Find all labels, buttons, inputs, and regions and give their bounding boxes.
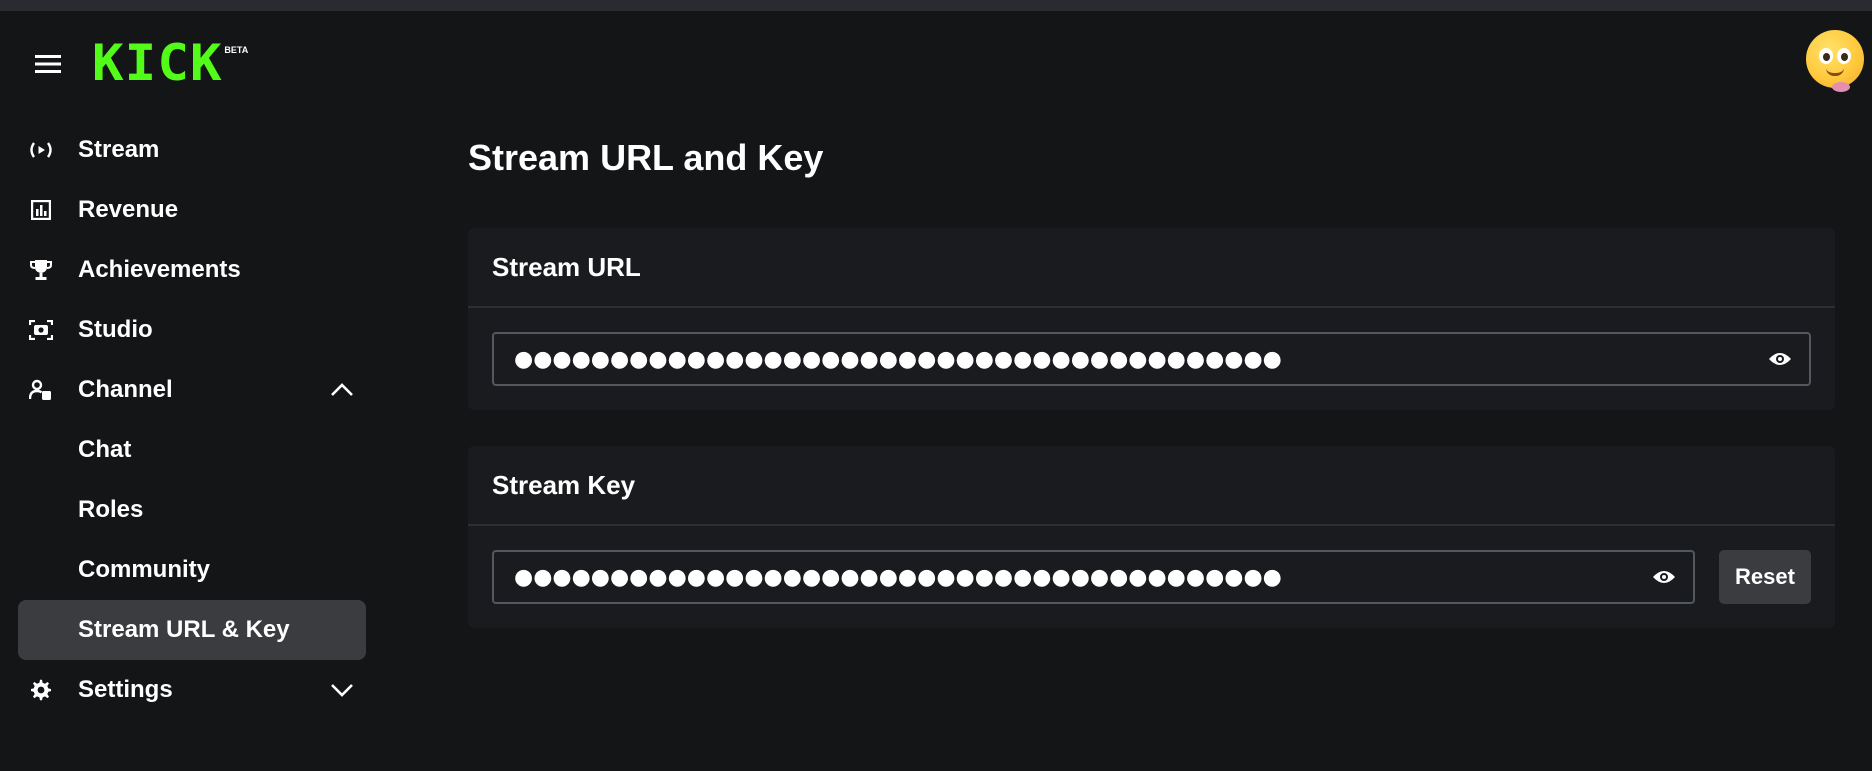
- top-bar: KICK BETA: [0, 11, 1872, 92]
- sidebar-item-label: Channel: [78, 376, 173, 403]
- sidebar-item-label: Studio: [78, 316, 153, 343]
- show-stream-key-eye-icon[interactable]: [1651, 564, 1677, 590]
- main-content: Stream URL and Key Stream URL ●●●●●●●●●●…: [468, 120, 1835, 628]
- gear-icon: [29, 678, 53, 702]
- chevron-up-icon[interactable]: [330, 378, 354, 402]
- sidebar-item-label: Community: [78, 556, 210, 583]
- stream-key-card: Stream Key ●●●●●●●●●●●●●●●●●●●●●●●●●●●●●…: [468, 446, 1835, 628]
- sidebar-item-label: Revenue: [78, 196, 179, 223]
- show-stream-url-eye-icon[interactable]: [1767, 346, 1793, 372]
- sidebar-item-label: Stream: [78, 136, 160, 163]
- user-avatar[interactable]: [1806, 30, 1864, 92]
- sidebar-item-label: Stream URL & Key: [78, 616, 290, 643]
- sidebar-item-label: Chat: [78, 436, 132, 463]
- stream-key-input[interactable]: ●●●●●●●●●●●●●●●●●●●●●●●●●●●●●●●●●●●●●●●●: [492, 550, 1695, 604]
- avatar-eye-left: [1819, 48, 1833, 64]
- sidebar-item-stream[interactable]: Stream: [0, 120, 380, 180]
- sidebar: Stream Revenue Achievements Studio Chann…: [0, 120, 380, 720]
- studio-camera-icon: [29, 318, 53, 342]
- sidebar-item-stream-url-key[interactable]: Stream URL & Key: [18, 600, 366, 660]
- avatar-mouth: [1826, 68, 1844, 76]
- sidebar-item-label: Settings: [78, 676, 173, 703]
- beta-badge: BETA: [224, 45, 249, 55]
- reset-stream-key-button[interactable]: Reset: [1719, 550, 1811, 604]
- sidebar-item-community[interactable]: Community: [0, 540, 380, 600]
- sidebar-item-label: Roles: [78, 496, 144, 523]
- hamburger-menu-icon[interactable]: [30, 46, 66, 82]
- browser-top-strip: [0, 0, 1872, 11]
- stream-url-heading: Stream URL: [468, 228, 1835, 308]
- kick-logo[interactable]: KICK BETA: [92, 34, 249, 92]
- sidebar-item-roles[interactable]: Roles: [0, 480, 380, 540]
- stream-url-card: Stream URL ●●●●●●●●●●●●●●●●●●●●●●●●●●●●●…: [468, 228, 1835, 410]
- trophy-icon: [29, 258, 53, 282]
- sidebar-item-label: Achievements: [78, 256, 241, 283]
- broadcast-icon: [29, 138, 53, 162]
- avatar-cheek: [1832, 82, 1850, 92]
- sidebar-item-achievements[interactable]: Achievements: [0, 240, 380, 300]
- sidebar-item-channel[interactable]: Channel: [0, 360, 380, 420]
- chevron-down-icon[interactable]: [330, 678, 354, 702]
- logo-text: KICK: [92, 34, 223, 92]
- user-settings-icon: [29, 378, 53, 402]
- stream-key-body: ●●●●●●●●●●●●●●●●●●●●●●●●●●●●●●●●●●●●●●●●…: [468, 526, 1835, 628]
- sidebar-item-settings[interactable]: Settings: [0, 660, 380, 720]
- stream-url-input[interactable]: ●●●●●●●●●●●●●●●●●●●●●●●●●●●●●●●●●●●●●●●●: [492, 332, 1811, 386]
- sidebar-item-revenue[interactable]: Revenue: [0, 180, 380, 240]
- stream-url-masked-value: ●●●●●●●●●●●●●●●●●●●●●●●●●●●●●●●●●●●●●●●●: [514, 346, 1282, 372]
- page-title: Stream URL and Key: [468, 137, 824, 178]
- sidebar-item-studio[interactable]: Studio: [0, 300, 380, 360]
- avatar-eye-right: [1837, 48, 1851, 64]
- bar-chart-icon: [29, 198, 53, 222]
- stream-url-body: ●●●●●●●●●●●●●●●●●●●●●●●●●●●●●●●●●●●●●●●●: [468, 308, 1835, 410]
- sidebar-item-chat[interactable]: Chat: [0, 420, 380, 480]
- stream-key-heading: Stream Key: [468, 446, 1835, 526]
- stream-key-masked-value: ●●●●●●●●●●●●●●●●●●●●●●●●●●●●●●●●●●●●●●●●: [514, 564, 1282, 590]
